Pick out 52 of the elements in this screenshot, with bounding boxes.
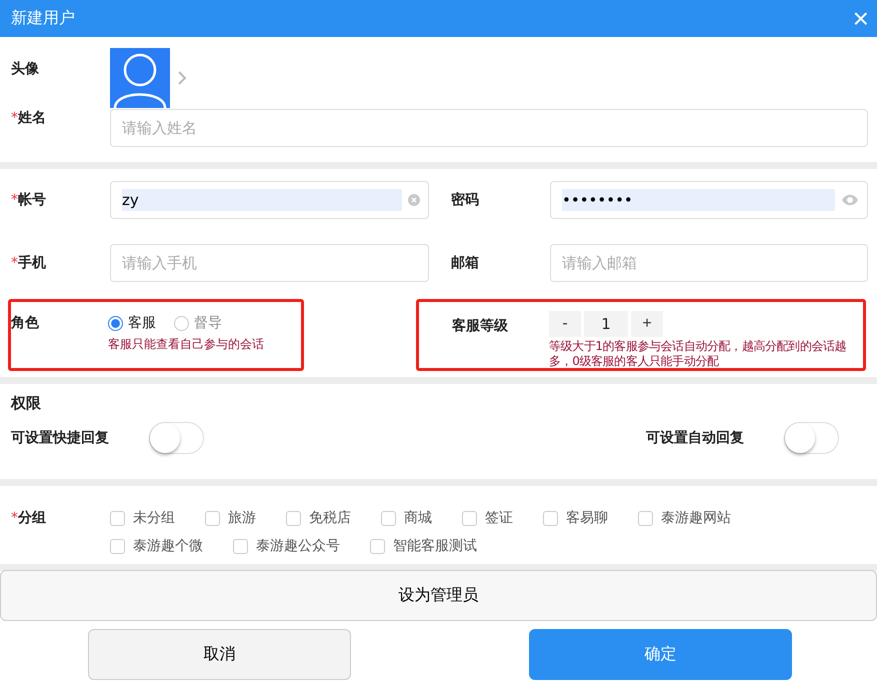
hint-text: 等级大于1的客服参与会话自动分配，越高分配到的会话越多，0级客服的客人只能手动分配 [549,339,848,369]
required-mark: * [11,255,18,271]
checkbox-option[interactable]: 智能客服测试 [370,534,477,558]
checkbox-option[interactable]: 泰游趣网站 [638,506,731,530]
field-label: 分组 [18,509,46,527]
cancel-button[interactable]: 取消 [88,629,351,680]
field-label: 客服等级 [452,317,508,335]
input-field[interactable]: •••••••• [550,181,868,219]
section-title: 权限 [11,394,42,414]
input-field[interactable]: zy [110,181,429,219]
text-input[interactable]: 请输入姓名 [122,117,859,139]
text-input[interactable]: •••••••• [562,189,835,211]
text-input[interactable]: 请输入邮箱 [562,252,859,274]
field-label: 邮箱 [451,254,479,272]
checkbox-option[interactable]: 泰游趣个微 [110,534,203,558]
field-label: 帐号 [18,191,46,209]
checkbox-option[interactable]: 签证 [462,506,513,530]
field-label: 头像 [11,60,39,78]
minus-button[interactable]: - [549,311,581,337]
avatar-icon [110,48,170,108]
field-label: 密码 [451,191,479,209]
checkbox-option[interactable]: 免税店 [286,506,351,530]
window-title: 新建用户 [11,8,75,29]
input-field[interactable]: 请输入手机 [110,244,429,282]
checkbox-option[interactable]: 泰游趣公众号 [233,534,340,558]
field-label: 手机 [18,254,46,272]
required-mark: * [11,510,18,526]
stepper-value: 1 [584,311,628,337]
required-mark: * [11,110,18,126]
field-label: 角色 [11,314,39,332]
input-field[interactable]: 请输入邮箱 [550,244,868,282]
checkbox-option[interactable]: 客易聊 [543,506,608,530]
text-input[interactable]: 请输入手机 [122,252,420,274]
toggle-label: 可设置自动回复 [646,429,744,447]
toggle-switch[interactable] [149,422,204,454]
radio-option[interactable]: 督导 [174,314,222,332]
chevron-icon [177,70,187,86]
eye-icon [841,193,859,207]
radio-option[interactable]: 客服 [108,314,156,332]
required-mark: * [11,192,18,208]
hint-text: 客服只能查看自己参与的会话 [108,336,264,353]
admin-button[interactable]: 设为管理员 [0,570,877,621]
toggle-switch[interactable] [784,422,839,454]
checkbox-option[interactable]: 未分组 [110,506,175,530]
checkbox-option[interactable]: 旅游 [205,506,256,530]
clear-icon [408,194,420,206]
plus-button[interactable]: + [631,311,663,337]
toggle-label: 可设置快捷回复 [11,429,109,447]
field-label: 姓名 [18,109,46,127]
checkbox-option[interactable]: 商城 [381,506,432,530]
input-field[interactable]: 请输入姓名 [110,109,868,147]
text-input[interactable]: zy [122,189,402,211]
